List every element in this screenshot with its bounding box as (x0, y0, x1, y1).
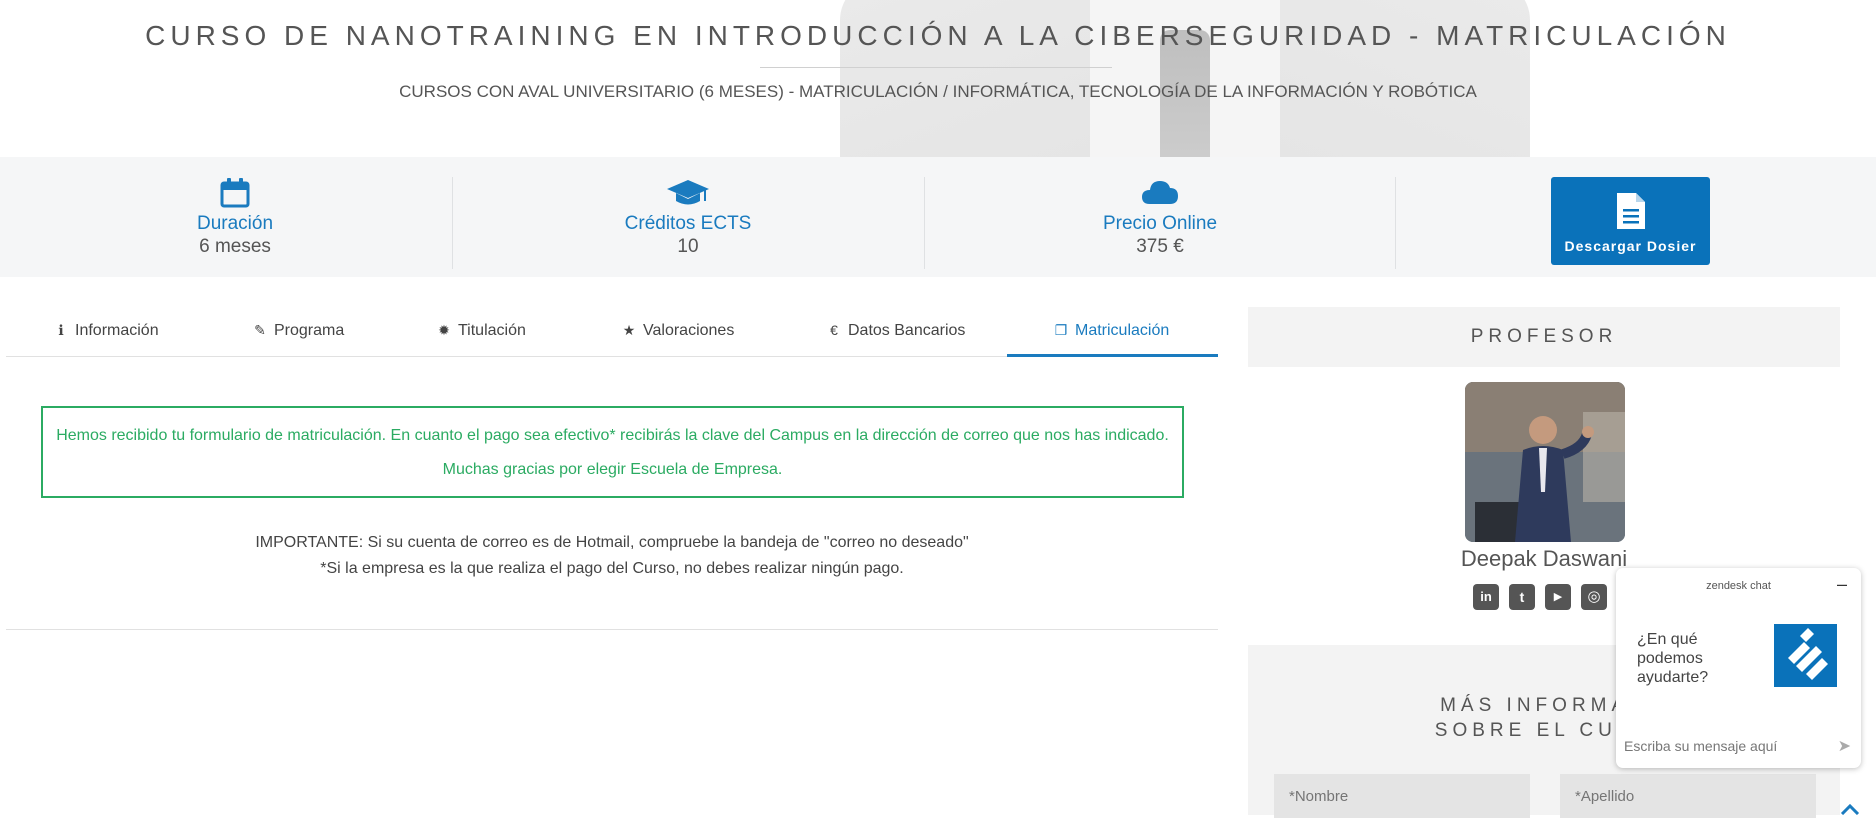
download-dossier-button[interactable]: Descargar Dosier (1551, 177, 1710, 265)
first-name-field[interactable] (1274, 774, 1530, 818)
course-info-bar: Duración 6 meses Créditos ECTS 10 Precio… (0, 157, 1876, 277)
chat-greeting: ¿En qué podemos ayudarte? (1637, 631, 1709, 686)
tab-label: Información (75, 322, 159, 339)
chat-message-input[interactable]: Escriba su mensaje aquí (1624, 738, 1824, 754)
youtube-icon[interactable]: ▶ (1545, 584, 1571, 610)
chevron-up-icon[interactable] (1840, 802, 1860, 815)
credits-label: Créditos ECTS (624, 213, 752, 234)
price-label: Precio Online (1102, 213, 1218, 234)
success-notice: Hemos recibido tu formulario de matricul… (41, 406, 1184, 498)
certificate-icon: ✹ (438, 322, 450, 338)
info-price: Precio Online 375 € (925, 177, 1395, 267)
info-duration: Duración 6 meses (0, 177, 470, 267)
paperclip-icon: ✎ (254, 322, 266, 338)
send-icon[interactable]: ➤ (1838, 736, 1851, 756)
price-value: 375 € (1136, 236, 1184, 257)
hero-banner: CURSO DE NANOTRAINING EN INTRODUCCIÓN A … (0, 0, 1876, 157)
linkedin-icon[interactable]: in (1473, 584, 1499, 610)
twitter-icon[interactable]: t (1509, 584, 1535, 610)
important-note: IMPORTANTE: Si su cuenta de correo es de… (6, 530, 1218, 582)
active-tab-indicator (1007, 354, 1218, 357)
divider (1395, 177, 1396, 269)
duration-label: Duración (196, 213, 274, 234)
info-circle-icon: ℹ (58, 322, 64, 338)
copy-icon: ❐ (1054, 322, 1068, 338)
professor-heading: PROFESOR (1248, 307, 1840, 367)
payment-note: *Si la empresa es la que realiza el pago… (320, 560, 904, 577)
tab-programa[interactable]: ✎ Programa (252, 312, 344, 357)
tab-label: Programa (274, 322, 345, 339)
chat-widget[interactable]: zendesk chat – ¿En qué podemos ayudarte?… (1616, 568, 1861, 768)
euro-icon: € (830, 322, 838, 338)
tab-datos-bancarios[interactable]: € Datos Bancarios (826, 312, 965, 357)
duration-value: 6 meses (199, 236, 271, 257)
credits-value: 10 (677, 236, 699, 257)
page-title: CURSO DE NANOTRAINING EN INTRODUCCIÓN A … (145, 20, 1731, 51)
instagram-icon[interactable]: ◎ (1581, 584, 1607, 610)
tab-label: Datos Bancarios (848, 322, 966, 339)
tab-valoraciones[interactable]: ★ Valoraciones (621, 312, 735, 357)
tab-matriculacion[interactable]: ❐ Matriculación (1053, 312, 1170, 357)
professor-photo (1465, 382, 1625, 542)
tab-label: Valoraciones (643, 322, 735, 339)
important-line: IMPORTANTE: Si su cuenta de correo es de… (255, 534, 969, 551)
chat-brand: zendesk chat (1706, 580, 1771, 592)
minimize-icon[interactable]: – (1837, 574, 1847, 595)
document-icon (1617, 193, 1645, 229)
cloud-icon (1142, 181, 1178, 204)
tab-titulacion[interactable]: ✹ Titulación (436, 312, 526, 357)
tab-informacion[interactable]: ℹ Información (53, 312, 159, 357)
notice-line: Muchas gracias por elegir Escuela de Emp… (442, 461, 783, 478)
page-subtitle: CURSOS CON AVAL UNIVERSITARIO (6 MESES) … (399, 82, 1477, 101)
star-icon: ★ (622, 322, 636, 338)
info-credits: Créditos ECTS 10 (453, 177, 923, 267)
last-name-field[interactable] (1560, 774, 1816, 818)
notice-line: Hemos recibido tu formulario de matricul… (56, 427, 1169, 444)
calendar-icon (220, 178, 250, 208)
graduation-cap-icon (667, 180, 709, 205)
content-divider (6, 629, 1218, 630)
download-dossier-label: Descargar Dosier (1564, 238, 1697, 254)
zendesk-logo-icon (1774, 624, 1837, 687)
course-tabs: ℹ Información ✎ Programa ✹ Titulación ★ Valo… (6, 312, 1218, 357)
title-divider (760, 67, 1112, 68)
tab-label: Titulación (458, 322, 526, 339)
tab-label: Matriculación (1075, 322, 1170, 339)
